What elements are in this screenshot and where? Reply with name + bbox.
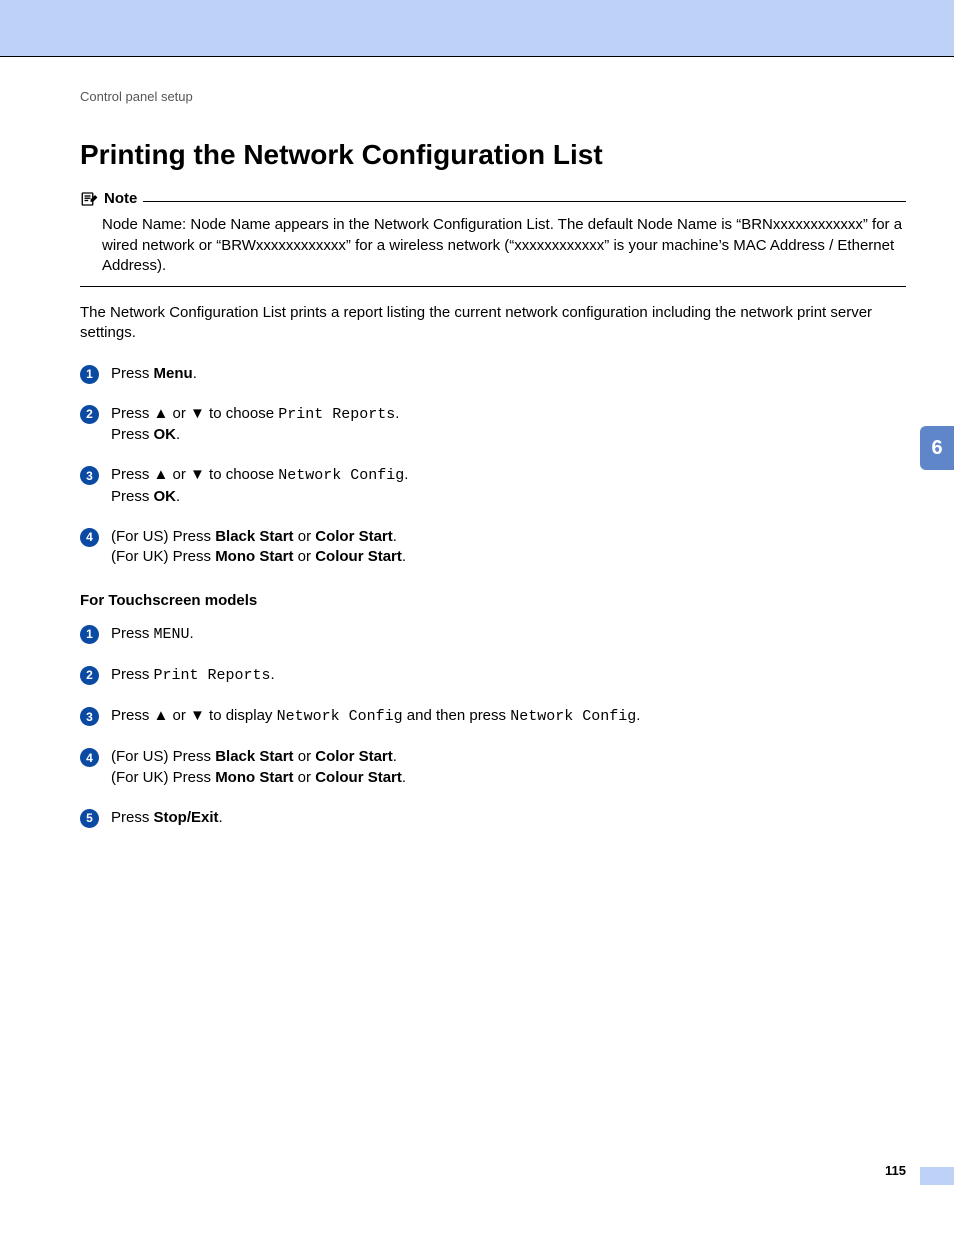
page-number: 115 xyxy=(885,1162,906,1180)
note-block: Note Node Name: Node Name appears in the… xyxy=(80,189,906,287)
ts-step-5: 5 Press Stop/Exit. xyxy=(80,808,906,828)
pencil-note-icon xyxy=(80,190,98,208)
text: . xyxy=(176,488,180,505)
strong: Color Start xyxy=(315,748,393,765)
text: . xyxy=(219,809,223,826)
step-bullet: 4 xyxy=(80,748,99,767)
mono-text: Network Config xyxy=(510,708,636,725)
strong: OK xyxy=(154,488,177,505)
step-body: Press ▲ or ▼ to choose Network Config. P… xyxy=(111,465,906,507)
intro-paragraph: The Network Configuration List prints a … xyxy=(80,303,906,344)
text: . xyxy=(402,548,406,565)
strong: Black Start xyxy=(215,528,293,545)
step-4: 4 (For US) Press Black Start or Color St… xyxy=(80,527,906,568)
strong: Color Start xyxy=(315,528,393,545)
text: (For US) Press xyxy=(111,748,215,765)
text: . xyxy=(393,528,397,545)
text: . xyxy=(395,405,399,422)
note-label: Note xyxy=(104,189,137,209)
note-body: Node Name: Node Name appears in the Netw… xyxy=(80,209,906,276)
step-body: Press ▲ or ▼ to display Network Config a… xyxy=(111,706,906,727)
note-rule xyxy=(143,201,906,202)
text: (For UK) Press xyxy=(111,769,215,786)
chapter-tab: 6 xyxy=(920,426,954,470)
step-body: (For US) Press Black Start or Color Star… xyxy=(111,527,906,568)
text: . xyxy=(404,466,408,483)
text: Press xyxy=(111,426,154,443)
text: or xyxy=(294,548,316,565)
mono-text: Print Reports xyxy=(154,667,271,684)
header-band xyxy=(0,0,954,56)
text: Press xyxy=(111,666,154,683)
steps-touchscreen: 1 Press MENU. 2 Press Print Reports. 3 P… xyxy=(80,620,906,833)
step-bullet: 3 xyxy=(80,707,99,726)
header-rule xyxy=(0,56,954,57)
strong: Menu xyxy=(154,365,193,382)
text: Press ▲ or ▼ to choose xyxy=(111,405,278,422)
text: Press xyxy=(111,625,154,642)
step-body: (For US) Press Black Start or Color Star… xyxy=(111,747,906,788)
text: . xyxy=(193,365,197,382)
step-body: Press Menu. xyxy=(111,364,906,384)
mono-text: Network Config xyxy=(277,708,403,725)
ts-step-2: 2 Press Print Reports. xyxy=(80,665,906,686)
ts-step-3: 3 Press ▲ or ▼ to display Network Config… xyxy=(80,706,906,727)
note-head: Note xyxy=(80,189,906,209)
step-bullet: 3 xyxy=(80,466,99,485)
strong: Colour Start xyxy=(315,548,402,565)
text: . xyxy=(190,625,194,642)
step-2: 2 Press ▲ or ▼ to choose Print Reports. … xyxy=(80,404,906,446)
footer-accent xyxy=(920,1167,954,1185)
text: (For UK) Press xyxy=(111,548,215,565)
step-body: Press Print Reports. xyxy=(111,665,906,686)
text: . xyxy=(176,426,180,443)
touchscreen-heading: For Touchscreen models xyxy=(80,591,906,611)
text: and then press xyxy=(403,707,511,724)
text: Press xyxy=(111,809,154,826)
page-content: Control panel setup Printing the Network… xyxy=(80,88,906,832)
text: . xyxy=(393,748,397,765)
step-3: 3 Press ▲ or ▼ to choose Network Config.… xyxy=(80,465,906,507)
strong: Black Start xyxy=(215,748,293,765)
mono-text: Network Config xyxy=(278,467,404,484)
text: Press ▲ or ▼ to display xyxy=(111,707,277,724)
text: Press xyxy=(111,488,154,505)
step-body: Press Stop/Exit. xyxy=(111,808,906,828)
text: . xyxy=(636,707,640,724)
step-body: Press MENU. xyxy=(111,624,906,645)
text: Press xyxy=(111,365,154,382)
text: . xyxy=(271,666,275,683)
steps-standard: 1 Press Menu. 2 Press ▲ or ▼ to choose P… xyxy=(80,360,906,572)
text: or xyxy=(294,528,316,545)
ts-step-4: 4 (For US) Press Black Start or Color St… xyxy=(80,747,906,788)
step-bullet: 1 xyxy=(80,625,99,644)
text: . xyxy=(402,769,406,786)
text: or xyxy=(294,748,316,765)
step-bullet: 2 xyxy=(80,666,99,685)
breadcrumb: Control panel setup xyxy=(80,88,906,106)
text: Press ▲ or ▼ to choose xyxy=(111,466,278,483)
strong: Colour Start xyxy=(315,769,402,786)
step-1: 1 Press Menu. xyxy=(80,364,906,384)
text: (For US) Press xyxy=(111,528,215,545)
strong: Mono Start xyxy=(215,769,293,786)
step-bullet: 5 xyxy=(80,809,99,828)
strong: OK xyxy=(154,426,177,443)
step-bullet: 2 xyxy=(80,405,99,424)
mono-text: Print Reports xyxy=(278,406,395,423)
strong: Mono Start xyxy=(215,548,293,565)
mono-text: MENU xyxy=(154,626,190,643)
page-title: Printing the Network Configuration List xyxy=(80,138,906,172)
strong: Stop/Exit xyxy=(154,809,219,826)
step-bullet: 1 xyxy=(80,365,99,384)
ts-step-1: 1 Press MENU. xyxy=(80,624,906,645)
text: or xyxy=(294,769,316,786)
step-body: Press ▲ or ▼ to choose Print Reports. Pr… xyxy=(111,404,906,446)
step-bullet: 4 xyxy=(80,528,99,547)
